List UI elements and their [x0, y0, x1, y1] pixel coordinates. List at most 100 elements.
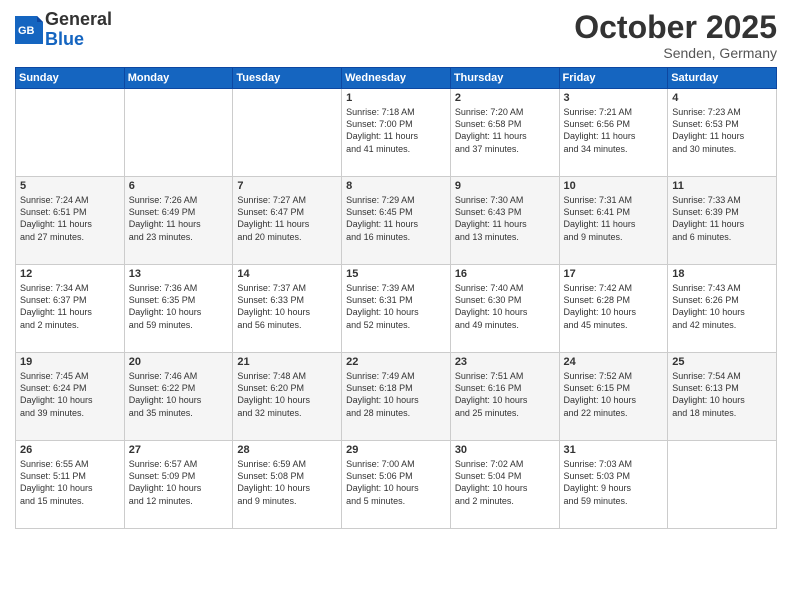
- calendar-cell: 25 Sunrise: 7:54 AMSunset: 6:13 PMDayligh…: [668, 353, 777, 441]
- calendar-cell: 22 Sunrise: 7:49 AMSunset: 6:18 PMDayligh…: [342, 353, 451, 441]
- header-row: Sunday Monday Tuesday Wednesday Thursday…: [16, 68, 777, 89]
- day-number: 4: [672, 92, 772, 104]
- day-info: Sunrise: 7:45 AMSunset: 6:24 PMDaylight:…: [20, 370, 120, 419]
- day-info: Sunrise: 7:24 AMSunset: 6:51 PMDaylight:…: [20, 194, 120, 243]
- calendar-cell: 9 Sunrise: 7:30 AMSunset: 6:43 PMDaylight…: [450, 177, 559, 265]
- day-number: 7: [237, 180, 337, 192]
- calendar-cell: 18Sunrise: 7:43 AMSunset: 6:26 PMDayligh…: [668, 265, 777, 353]
- calendar-week-4: 19 Sunrise: 7:45 AMSunset: 6:24 PMDayligh…: [16, 353, 777, 441]
- day-number: 29: [346, 444, 446, 456]
- day-info: Sunrise: 6:57 AMSunset: 5:09 PMDaylight:…: [129, 458, 229, 507]
- calendar-cell: 14Sunrise: 7:37 AMSunset: 6:33 PMDayligh…: [233, 265, 342, 353]
- col-thursday: Thursday: [450, 68, 559, 89]
- calendar-cell: 21Sunrise: 7:48 AMSunset: 6:20 PMDayligh…: [233, 353, 342, 441]
- calendar-cell: 2 Sunrise: 7:20 AMSunset: 6:58 PMDaylight…: [450, 89, 559, 177]
- day-info: Sunrise: 7:40 AMSunset: 6:30 PMDaylight:…: [455, 282, 555, 331]
- calendar-cell: 5 Sunrise: 7:24 AMSunset: 6:51 PMDaylight…: [16, 177, 125, 265]
- day-info: Sunrise: 7:33 AMSunset: 6:39 PMDaylight:…: [672, 194, 772, 243]
- day-info: Sunrise: 7:52 AMSunset: 6:15 PMDaylight:…: [564, 370, 664, 419]
- day-info: Sunrise: 7:20 AMSunset: 6:58 PMDaylight:…: [455, 106, 555, 155]
- day-number: 16: [455, 268, 555, 280]
- calendar-cell: 11 Sunrise: 7:33 AMSunset: 6:39 PMDayligh…: [668, 177, 777, 265]
- day-info: Sunrise: 7:49 AMSunset: 6:18 PMDaylight:…: [346, 370, 446, 419]
- day-number: 20: [129, 356, 229, 368]
- calendar-cell: 15 Sunrise: 7:39 AMSunset: 6:31 PMDayligh…: [342, 265, 451, 353]
- day-info: Sunrise: 7:27 AMSunset: 6:47 PMDaylight:…: [237, 194, 337, 243]
- day-number: 10: [564, 180, 664, 192]
- calendar-cell: 20 Sunrise: 7:46 AMSunset: 6:22 PMDayligh…: [124, 353, 233, 441]
- calendar-week-5: 26Sunrise: 6:55 AMSunset: 5:11 PMDayligh…: [16, 441, 777, 529]
- day-number: 19: [20, 356, 120, 368]
- day-number: 17: [564, 268, 664, 280]
- day-number: 9: [455, 180, 555, 192]
- day-number: 1: [346, 92, 446, 104]
- calendar-cell: 13 Sunrise: 7:36 AMSunset: 6:35 PMDayligh…: [124, 265, 233, 353]
- day-info: Sunrise: 7:36 AMSunset: 6:35 PMDaylight:…: [129, 282, 229, 331]
- calendar-cell: 4 Sunrise: 7:23 AMSunset: 6:53 PMDaylight…: [668, 89, 777, 177]
- day-number: 3: [564, 92, 664, 104]
- day-info: Sunrise: 7:02 AMSunset: 5:04 PMDaylight:…: [455, 458, 555, 507]
- calendar-cell: [233, 89, 342, 177]
- day-info: Sunrise: 7:29 AMSunset: 6:45 PMDaylight:…: [346, 194, 446, 243]
- day-info: Sunrise: 7:37 AMSunset: 6:33 PMDaylight:…: [237, 282, 337, 331]
- day-number: 31: [564, 444, 664, 456]
- calendar-cell: [16, 89, 125, 177]
- calendar-cell: 7 Sunrise: 7:27 AMSunset: 6:47 PMDaylight…: [233, 177, 342, 265]
- calendar-cell: 3 Sunrise: 7:21 AMSunset: 6:56 PMDaylight…: [559, 89, 668, 177]
- logo-general: General: [45, 10, 112, 30]
- calendar-week-2: 5 Sunrise: 7:24 AMSunset: 6:51 PMDaylight…: [16, 177, 777, 265]
- calendar-cell: 28Sunrise: 6:59 AMSunset: 5:08 PMDayligh…: [233, 441, 342, 529]
- logo-blue: Blue: [45, 30, 112, 50]
- day-number: 5: [20, 180, 120, 192]
- day-info: Sunrise: 7:30 AMSunset: 6:43 PMDaylight:…: [455, 194, 555, 243]
- day-info: Sunrise: 6:55 AMSunset: 5:11 PMDaylight:…: [20, 458, 120, 507]
- calendar-cell: 31 Sunrise: 7:03 AMSunset: 5:03 PMDayligh…: [559, 441, 668, 529]
- calendar-cell: 23 Sunrise: 7:51 AMSunset: 6:16 PMDayligh…: [450, 353, 559, 441]
- col-monday: Monday: [124, 68, 233, 89]
- day-info: Sunrise: 7:18 AMSunset: 7:00 PMDaylight:…: [346, 106, 446, 155]
- day-number: 6: [129, 180, 229, 192]
- day-info: Sunrise: 7:42 AMSunset: 6:28 PMDaylight:…: [564, 282, 664, 331]
- logo: GB General Blue: [15, 10, 112, 50]
- col-wednesday: Wednesday: [342, 68, 451, 89]
- day-number: 22: [346, 356, 446, 368]
- subtitle: Senden, Germany: [574, 45, 777, 61]
- logo-text: General Blue: [45, 10, 112, 50]
- day-info: Sunrise: 7:43 AMSunset: 6:26 PMDaylight:…: [672, 282, 772, 331]
- day-info: Sunrise: 7:51 AMSunset: 6:16 PMDaylight:…: [455, 370, 555, 419]
- calendar-cell: 6Sunrise: 7:26 AMSunset: 6:49 PMDaylight…: [124, 177, 233, 265]
- calendar-cell: 8 Sunrise: 7:29 AMSunset: 6:45 PMDaylight…: [342, 177, 451, 265]
- day-number: 8: [346, 180, 446, 192]
- calendar-cell: 24 Sunrise: 7:52 AMSunset: 6:15 PMDayligh…: [559, 353, 668, 441]
- day-info: Sunrise: 7:54 AMSunset: 6:13 PMDaylight:…: [672, 370, 772, 419]
- day-number: 28: [237, 444, 337, 456]
- col-tuesday: Tuesday: [233, 68, 342, 89]
- day-number: 2: [455, 92, 555, 104]
- col-saturday: Saturday: [668, 68, 777, 89]
- day-info: Sunrise: 7:23 AMSunset: 6:53 PMDaylight:…: [672, 106, 772, 155]
- day-info: Sunrise: 7:03 AMSunset: 5:03 PMDaylight:…: [564, 458, 664, 507]
- day-number: 13: [129, 268, 229, 280]
- day-info: Sunrise: 7:21 AMSunset: 6:56 PMDaylight:…: [564, 106, 664, 155]
- day-info: Sunrise: 7:48 AMSunset: 6:20 PMDaylight:…: [237, 370, 337, 419]
- day-number: 23: [455, 356, 555, 368]
- calendar-week-1: 1 Sunrise: 7:18 AMSunset: 7:00 PMDaylight…: [16, 89, 777, 177]
- day-number: 24: [564, 356, 664, 368]
- calendar-cell: [124, 89, 233, 177]
- day-number: 25: [672, 356, 772, 368]
- day-number: 27: [129, 444, 229, 456]
- logo-icon: GB: [15, 16, 43, 44]
- day-number: 12: [20, 268, 120, 280]
- day-info: Sunrise: 7:31 AMSunset: 6:41 PMDaylight:…: [564, 194, 664, 243]
- svg-text:GB: GB: [18, 25, 35, 37]
- day-info: Sunrise: 7:39 AMSunset: 6:31 PMDaylight:…: [346, 282, 446, 331]
- day-number: 15: [346, 268, 446, 280]
- calendar-cell: 19 Sunrise: 7:45 AMSunset: 6:24 PMDayligh…: [16, 353, 125, 441]
- calendar-cell: 29Sunrise: 7:00 AMSunset: 5:06 PMDayligh…: [342, 441, 451, 529]
- calendar-cell: 1 Sunrise: 7:18 AMSunset: 7:00 PMDaylight…: [342, 89, 451, 177]
- day-info: Sunrise: 7:46 AMSunset: 6:22 PMDaylight:…: [129, 370, 229, 419]
- month-title: October 2025: [574, 10, 777, 45]
- header: GB General Blue October 2025 Senden, Ger…: [15, 10, 777, 61]
- col-friday: Friday: [559, 68, 668, 89]
- day-number: 11: [672, 180, 772, 192]
